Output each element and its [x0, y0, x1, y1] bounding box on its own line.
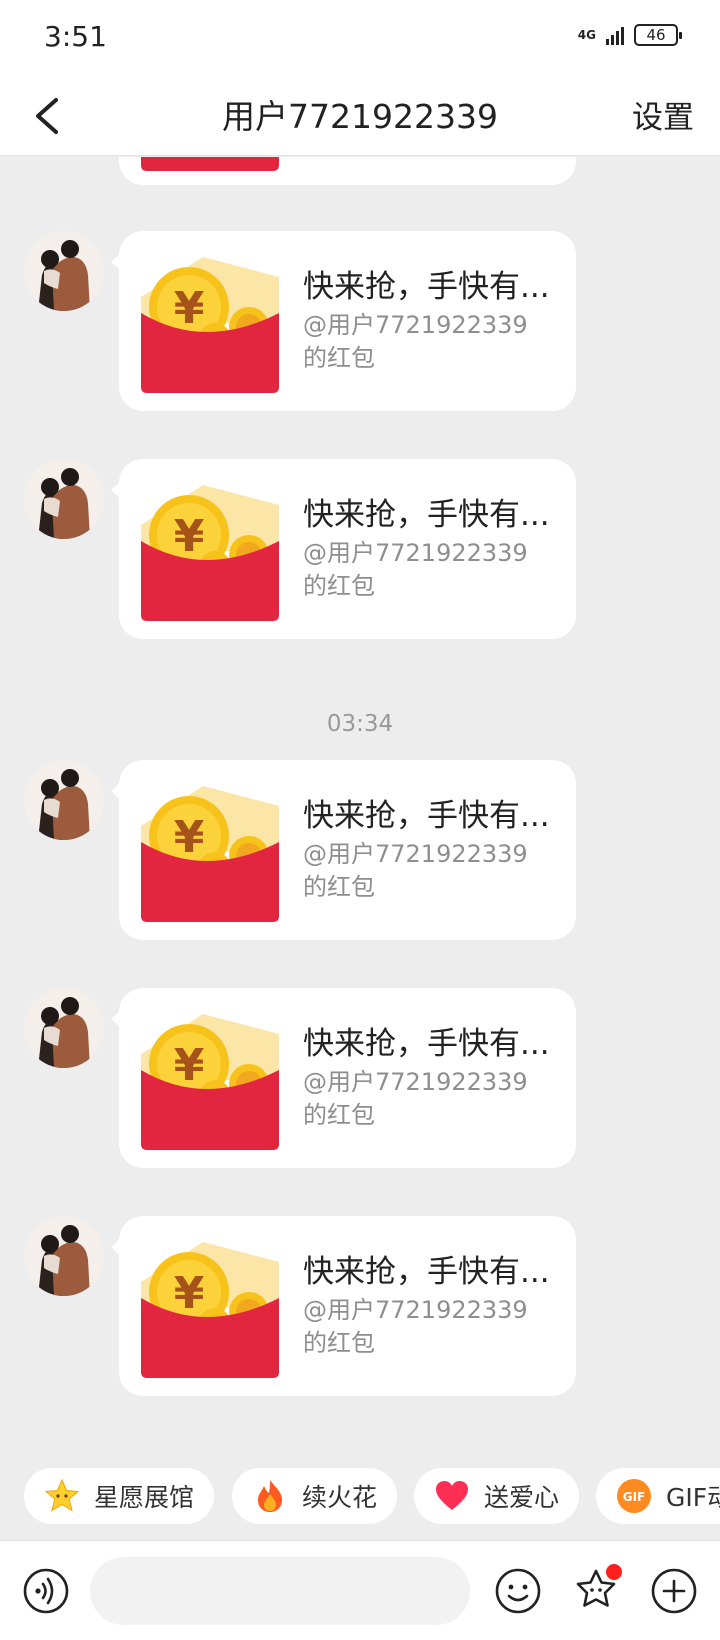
avatar[interactable] — [24, 231, 104, 311]
message-input[interactable] — [90, 1557, 470, 1625]
avatar-image — [24, 231, 104, 311]
red-envelope-icon — [141, 483, 279, 623]
star-face-icon — [44, 1478, 80, 1512]
red-packet-title: 快来抢，手快有... — [303, 269, 550, 305]
red-envelope-icon — [141, 157, 279, 173]
red-packet-title: 快来抢，手快有... — [303, 1254, 550, 1290]
quick-action-gif[interactable]: GIF GIF动图 — [596, 1468, 720, 1524]
quick-action-star-gallery[interactable]: 星愿展馆 — [24, 1468, 215, 1524]
red-packet-sender: @用户7721922339 的红包 — [303, 311, 528, 372]
avatar-image — [24, 988, 104, 1068]
battery-icon: 46 — [634, 24, 682, 46]
voice-icon — [23, 1568, 69, 1614]
flame-icon — [258, 1480, 282, 1512]
message-row: 快来抢，手快有... @用户7721922339 的红包 — [0, 1216, 720, 1396]
red-packet-sender: @用户7721922339 的红包 — [303, 1068, 528, 1129]
gif-icon: GIF — [617, 1479, 651, 1513]
input-bar — [0, 1540, 720, 1640]
heart-icon — [436, 1481, 468, 1510]
message-row: 快来抢，手快有... @用户7721922339 的红包 — [0, 988, 720, 1168]
quick-action-label: 续火花 — [302, 1483, 378, 1512]
red-packet-bubble[interactable]: 快来抢，手快有... @用户7721922339 的红包 — [119, 1216, 576, 1396]
red-envelope-icon — [141, 255, 279, 395]
status-bar: 3:51 4G 46 — [0, 0, 720, 76]
network-type: 4G — [577, 28, 596, 42]
message-row: 快来抢，手快有... @用户7721922339 的红包 — [0, 459, 720, 639]
emoji-button[interactable] — [494, 1567, 542, 1615]
signal-icon — [606, 25, 624, 45]
red-envelope-icon — [141, 1012, 279, 1152]
quick-action-label: 送爱心 — [484, 1483, 560, 1512]
message-timestamp: 03:34 — [326, 711, 394, 737]
red-packet-title: 快来抢，手快有... — [303, 1026, 550, 1062]
quick-action-label: 星愿展馆 — [94, 1483, 195, 1512]
avatar-image — [24, 760, 104, 840]
avatar[interactable] — [24, 988, 104, 1068]
avatar[interactable] — [24, 760, 104, 840]
avatar-image — [24, 459, 104, 539]
message-list[interactable]: 快来抢，手快有... @用户7721922339 的红包 快来抢，手快有... … — [0, 157, 720, 1457]
red-packet-title: 快来抢，手快有... — [303, 798, 550, 834]
avatar-image — [24, 1216, 104, 1296]
red-packet-sender: @用户7721922339 的红包 — [303, 1296, 528, 1357]
red-packet-bubble-partial[interactable] — [119, 157, 576, 185]
red-packet-bubble[interactable]: 快来抢，手快有... @用户7721922339 的红包 — [119, 760, 576, 940]
red-envelope-icon — [141, 784, 279, 924]
quick-action-bar: 星愿展馆 续火花 送爱心 GIF GIF动图 — [0, 1462, 720, 1540]
settings-button[interactable]: 设置 — [632, 92, 694, 137]
avatar[interactable] — [24, 1216, 104, 1296]
smiley-icon — [495, 1568, 541, 1614]
red-packet-sender: @用户7721922339 的红包 — [303, 840, 528, 901]
red-envelope-icon — [141, 1240, 279, 1380]
chat-title: 用户7721922339 — [222, 97, 498, 136]
sticker-star-button[interactable] — [570, 1563, 624, 1617]
red-packet-bubble[interactable]: 快来抢，手快有... @用户7721922339 的红包 — [119, 231, 576, 411]
red-packet-sender: @用户7721922339 的红包 — [303, 539, 528, 600]
red-packet-title: 快来抢，手快有... — [303, 497, 550, 533]
status-time: 3:51 — [44, 20, 107, 53]
quick-action-spark[interactable]: 续火花 — [232, 1468, 398, 1524]
voice-button[interactable] — [22, 1567, 70, 1615]
svg-text:GIF: GIF — [623, 1490, 646, 1504]
notification-dot — [606, 1564, 622, 1580]
star-sticker-icon — [576, 1564, 622, 1607]
quick-action-send-heart[interactable]: 送爱心 — [414, 1468, 580, 1524]
red-packet-bubble[interactable]: 快来抢，手快有... @用户7721922339 的红包 — [119, 988, 576, 1168]
more-button[interactable] — [650, 1567, 698, 1615]
message-row: 快来抢，手快有... @用户7721922339 的红包 — [0, 231, 720, 411]
message-row: 快来抢，手快有... @用户7721922339 的红包 — [0, 760, 720, 940]
avatar[interactable] — [24, 459, 104, 539]
red-packet-bubble[interactable]: 快来抢，手快有... @用户7721922339 的红包 — [119, 459, 576, 639]
chat-header: 用户7721922339 设置 — [0, 76, 720, 156]
plus-icon — [651, 1568, 697, 1614]
quick-action-label: GIF动图 — [666, 1483, 720, 1512]
status-indicators: 4G 46 — [577, 24, 682, 46]
